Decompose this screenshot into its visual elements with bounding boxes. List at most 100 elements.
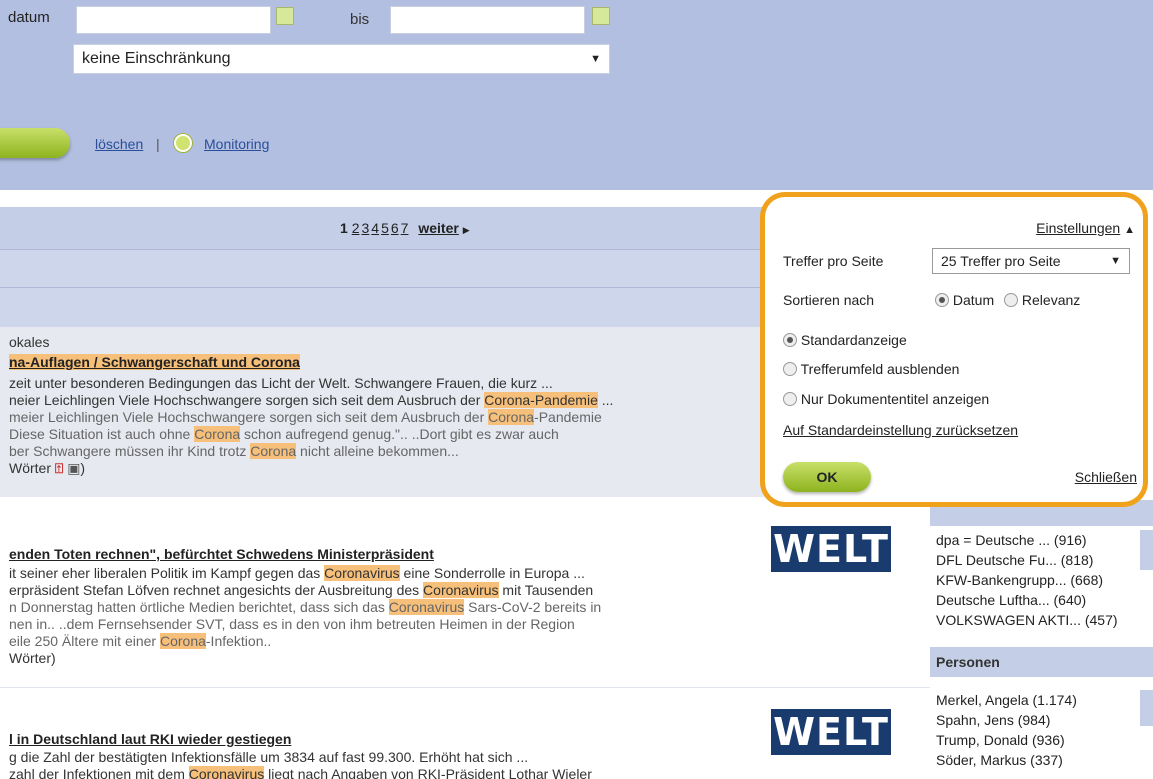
result-title[interactable]: na-Auflagen / Schwangerschaft und Corona xyxy=(9,354,300,370)
reset-link[interactable]: Auf Standardeinstellung zurücksetzen xyxy=(783,422,1018,438)
chevron-up-icon: ▲ xyxy=(1124,224,1135,236)
scrollbar[interactable] xyxy=(1140,530,1153,570)
sort-relevance-label[interactable]: Relevanz xyxy=(1022,292,1080,308)
snippet-line: Diese Situation ist auch ohne Corona sch… xyxy=(9,426,613,443)
snippet-line: neier Leichlingen Viele Hochschwangere s… xyxy=(9,392,613,409)
snippet-text: Sars-CoV-2 bereits in xyxy=(464,599,602,615)
facet-item[interactable]: DFL Deutsche Fu... (818) xyxy=(936,550,1118,570)
search-button[interactable] xyxy=(0,128,70,158)
delete-link[interactable]: löschen xyxy=(95,136,143,152)
sort-relevance-radio[interactable] xyxy=(1004,293,1019,307)
monitoring-icon[interactable] xyxy=(174,134,192,152)
result-source: okales xyxy=(9,334,50,350)
search-panel: datum bis keine Einschränkung ▼ löschen … xyxy=(0,0,1153,190)
person-list: Merkel, Angela (1.174) Spahn, Jens (984)… xyxy=(936,690,1077,770)
page-link[interactable]: 6 xyxy=(391,220,399,236)
snippet-line: it seiner eher liberalen Politik im Kamp… xyxy=(9,565,601,582)
result-title[interactable]: l in Deutschland laut RKI wieder gestieg… xyxy=(9,731,291,747)
page-current: 1 xyxy=(340,220,348,236)
view-option[interactable]: Nur Dokumententitel anzeigen xyxy=(783,391,989,407)
separator: | xyxy=(156,136,160,152)
chevron-right-icon: ▶ xyxy=(462,225,470,235)
per-page-label: Treffer pro Seite xyxy=(783,253,884,269)
snippet-text: it seiner eher liberalen Politik im Kamp… xyxy=(9,565,325,581)
pagination-bar: 1 234567 weiter ▶ xyxy=(0,207,770,249)
monitoring-link[interactable]: Monitoring xyxy=(204,136,269,152)
snippet-line: erpräsident Stefan Löfven rechnet angesi… xyxy=(9,582,601,599)
result-title[interactable]: enden Toten rechnen", befürchtet Schwede… xyxy=(9,546,434,562)
snippet-text: ber Schwangere müssen ihr Kind trotz xyxy=(9,443,251,459)
result-snippets: it seiner eher liberalen Politik im Kamp… xyxy=(9,565,601,650)
search-term-highlight: Corona xyxy=(159,633,206,649)
next-page-link[interactable]: weiter xyxy=(418,220,458,236)
facet-item[interactable]: Trump, Donald (936) xyxy=(936,730,1077,750)
view-hide-context-radio[interactable] xyxy=(783,362,797,376)
snippet-line: nen in.. ..dem Fernsehsender SVT, dass e… xyxy=(9,616,601,633)
facet-item[interactable]: Deutsche Luftha... (640) xyxy=(936,590,1118,610)
facet-item[interactable]: Merkel, Angela (1.174) xyxy=(936,690,1077,710)
snippet-text: mit Tausenden xyxy=(498,582,594,598)
facet-item[interactable]: VOLKSWAGEN AKTI... (457) xyxy=(936,610,1118,630)
view-option[interactable]: Standardanzeige xyxy=(783,332,907,348)
page-link[interactable]: 3 xyxy=(361,220,369,236)
welt-logo: WELT xyxy=(771,709,891,755)
restriction-value: keine Einschränkung xyxy=(82,50,231,67)
snippet-text: erpräsident Stefan Löfven rechnet angesi… xyxy=(9,582,424,598)
result-toolbar xyxy=(0,249,770,287)
pdf-icon[interactable]: ⍐ xyxy=(55,460,63,476)
snippet-text: meier Leichlingen Viele Hochschwangere s… xyxy=(9,409,489,425)
company-list: dpa = Deutsche ... (916) DFL Deutsche Fu… xyxy=(936,530,1118,630)
snippet-text: g die Zahl der bestätigten Infektionsfäl… xyxy=(9,749,529,765)
facet-item[interactable]: Söder, Markus (337) xyxy=(936,750,1077,770)
persons-heading: Personen xyxy=(930,647,1153,677)
settings-header[interactable]: Einstellungen ▲ xyxy=(1036,220,1135,236)
date-from-input[interactable] xyxy=(76,6,271,34)
view-standard-radio[interactable] xyxy=(783,333,797,347)
snippet-line: n Donnerstag hatten örtliche Medien beri… xyxy=(9,599,601,616)
snippet-text: schon aufregend genug.".. ..Dort gibt es… xyxy=(240,426,559,442)
view-option[interactable]: Trefferumfeld ausblenden xyxy=(783,361,959,377)
facet-heading xyxy=(930,500,1153,526)
page-link[interactable]: 4 xyxy=(371,220,379,236)
snippet-text: Diese Situation ist auch ohne xyxy=(9,426,195,442)
sort-date-radio[interactable] xyxy=(935,293,949,307)
chevron-down-icon: ▼ xyxy=(1110,255,1121,267)
calendar-icon[interactable] xyxy=(592,7,610,25)
result-toolbar xyxy=(0,287,770,327)
search-term-highlight: Coronavirus xyxy=(423,582,499,598)
facet-item[interactable]: KFW-Bankengrupp... (668) xyxy=(936,570,1118,590)
result-item: l in Deutschland laut RKI wieder gestieg… xyxy=(0,687,930,779)
search-term-highlight: Coronavirus xyxy=(188,766,265,779)
result-words: Wörter) xyxy=(9,650,56,666)
settings-link[interactable]: Einstellungen xyxy=(1036,220,1120,236)
ok-button[interactable]: OK xyxy=(783,462,871,492)
sort-options: Datum Relevanz xyxy=(935,292,1080,308)
date-to-input[interactable] xyxy=(390,6,585,34)
close-link[interactable]: Schließen xyxy=(1075,469,1137,485)
bis-label: bis xyxy=(350,11,370,28)
date-label: datum xyxy=(8,9,50,26)
page-link[interactable]: 2 xyxy=(352,220,360,236)
page-link[interactable]: 5 xyxy=(381,220,389,236)
view-titles-only-radio[interactable] xyxy=(783,392,797,406)
facet-item[interactable]: Spahn, Jens (984) xyxy=(936,710,1077,730)
per-page-select[interactable]: 25 Treffer pro Seite ▼ xyxy=(932,248,1130,274)
page-link[interactable]: 7 xyxy=(401,220,409,236)
snippet-text: eile 250 Ältere mit einer xyxy=(9,633,160,649)
welt-logo: WELT xyxy=(771,526,891,572)
search-term-highlight: Coronavirus xyxy=(388,599,465,615)
snippet-line: meier Leichlingen Viele Hochschwangere s… xyxy=(9,409,613,426)
image-icon[interactable]: ▣ xyxy=(67,460,80,476)
facet-panel: dpa = Deutsche ... (916) DFL Deutsche Fu… xyxy=(930,500,1153,779)
snippet-text: -Infektion.. xyxy=(205,633,272,649)
search-term-highlight: Coronavirus xyxy=(324,565,400,581)
facet-item[interactable]: dpa = Deutsche ... (916) xyxy=(936,530,1118,550)
snippet-line: ber Schwangere müssen ihr Kind trotz Cor… xyxy=(9,443,613,460)
snippet-text: liegt nach Angaben von RKI-Präsident Lot… xyxy=(264,766,592,779)
restriction-select[interactable]: keine Einschränkung ▼ xyxy=(73,44,610,74)
sort-date-label[interactable]: Datum xyxy=(953,292,994,308)
calendar-icon[interactable] xyxy=(276,7,294,25)
scrollbar[interactable] xyxy=(1140,690,1153,726)
result-snippets: g die Zahl der bestätigten Infektionsfäl… xyxy=(9,749,592,779)
sort-label: Sortieren nach xyxy=(783,292,875,308)
